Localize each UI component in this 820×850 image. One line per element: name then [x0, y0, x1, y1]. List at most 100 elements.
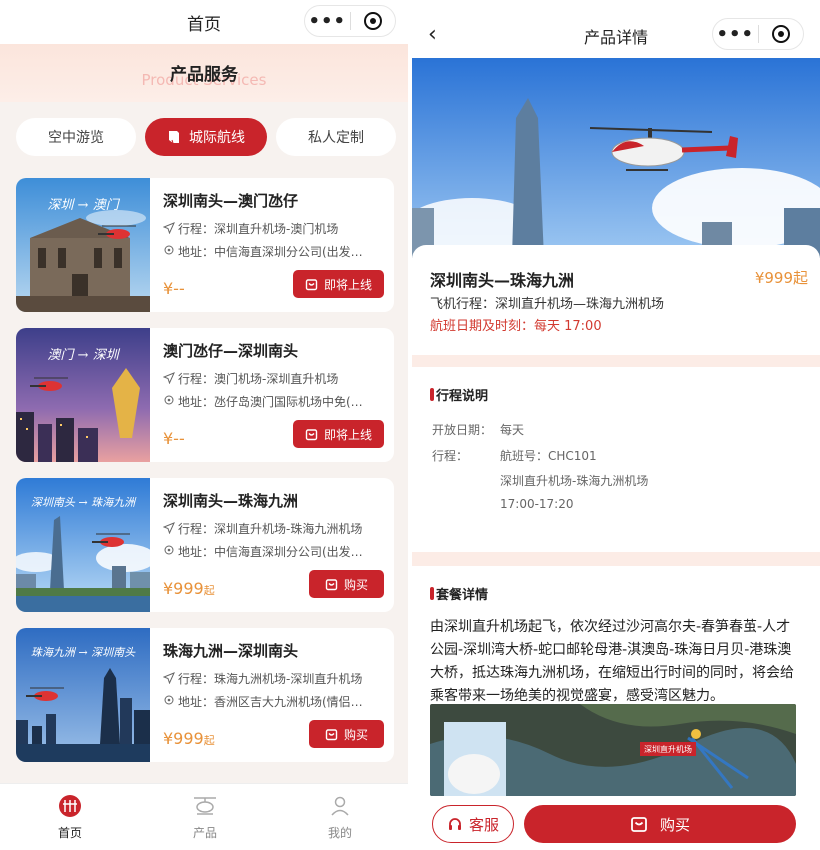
itinerary-row: 行程：澳门机场-深圳直升机场	[163, 370, 385, 387]
product-price: ¥999起	[754, 269, 808, 287]
buy-button[interactable]: 购买	[308, 570, 384, 598]
buy-now-button[interactable]: 购买	[524, 805, 796, 843]
flight-number: 航班号：CHC101	[500, 449, 597, 463]
address-row: 地址：中信海直深圳分公司(出发…	[163, 543, 385, 560]
route-overlay: 深圳 → 澳门	[47, 198, 119, 213]
itinerary-text: 行程：深圳直升机场-珠海九洲机场	[178, 522, 363, 536]
location-icon	[164, 695, 174, 705]
tabbar-item-profile[interactable]: 我的	[295, 794, 385, 841]
location-icon	[164, 545, 174, 555]
itinerary-text: 行程：澳门机场-深圳直升机场	[178, 372, 339, 386]
product-image: 澳门 → 深圳	[16, 328, 150, 462]
product-price: ¥--	[163, 279, 185, 298]
home-screen: 首页 ••• Product Services 产品服务 空中游览 城际航线 私…	[0, 0, 408, 850]
address-row: 地址：中信海直深圳分公司(出发…	[163, 243, 385, 260]
product-card[interactable]: 深圳南头 → 珠海九洲 深圳南头—珠海九洲 行程：深圳直升机场-珠海九洲机场 地…	[16, 478, 394, 612]
route-overlay: 深圳南头 → 珠海九洲	[30, 496, 136, 509]
route-map-image: 深圳直升机场	[430, 704, 796, 796]
section-divider	[412, 355, 820, 367]
bag-icon	[305, 428, 318, 440]
tabbar-item-products[interactable]: 产品	[160, 794, 250, 841]
product-price: ¥999起	[163, 579, 215, 598]
section-divider	[412, 552, 820, 566]
product-name: 珠海九洲—深圳南头	[163, 642, 299, 660]
open-date-label: 开放日期：	[432, 423, 493, 437]
mini-program-capsule: •••	[304, 5, 396, 37]
tab-sightseeing[interactable]: 空中游览	[16, 118, 136, 156]
section-heading: 行程说明	[429, 385, 488, 404]
address-text: 地址：香洲区吉大九洲机场(情侣…	[178, 695, 363, 709]
customer-service-button[interactable]: 客服	[432, 805, 514, 843]
hero-image	[412, 58, 820, 258]
close-mini-program-icon[interactable]	[758, 25, 803, 43]
itinerary-text: 行程：珠海九洲机场-深圳直升机场	[178, 672, 363, 686]
product-card[interactable]: 深圳 → 澳门 深圳南头—澳门氹仔 行程：深圳直升机场-澳门机场 地址：中信海直…	[16, 178, 394, 312]
tabbar-item-home[interactable]: 首页	[25, 794, 115, 841]
flight-route: 飞机行程：深圳直升机场—珠海九洲机场	[430, 297, 665, 312]
product-image: 深圳南头 → 珠海九洲	[16, 478, 150, 612]
headset-icon	[448, 818, 461, 830]
product-image: 珠海九洲 → 深圳南头	[16, 628, 150, 762]
product-detail-screen: ‹ 产品详情 ••• 深圳南头—珠海九洲 ¥999起 飞机行程：深圳直升机场—珠…	[412, 0, 820, 850]
product-card[interactable]: 澳门 → 深圳 澳门氹仔—深圳南头 行程：澳门机场-深圳直升机场 地址：氹仔岛澳…	[16, 328, 394, 462]
itinerary-row: 行程：珠海九洲机场-深圳直升机场	[163, 670, 385, 687]
more-icon[interactable]: •••	[305, 11, 350, 32]
location-icon	[164, 245, 174, 255]
itinerary-section: 行程说明 开放日期： 每天 行程： 航班号：CHC101 深圳直升机场-珠海九洲…	[412, 367, 820, 552]
tab-label: 空中游览	[48, 130, 104, 146]
map-label: 深圳直升机场	[644, 744, 692, 754]
itinerary-row: 行程：深圳直升机场-珠海九洲机场	[163, 520, 385, 537]
navigation-icon	[163, 222, 175, 234]
trip-route: 深圳直升机场-珠海九洲机场	[500, 474, 649, 488]
tab-label: 城际航线	[189, 130, 245, 146]
product-price: ¥999起	[163, 729, 215, 748]
product-name: 深圳南头—澳门氹仔	[163, 192, 299, 210]
address-text: 地址：中信海直深圳分公司(出发…	[178, 245, 363, 259]
tab-label: 私人定制	[308, 130, 364, 146]
bag-icon	[305, 278, 318, 290]
top-nav-bar: ‹ 产品详情 •••	[412, 0, 820, 60]
navigation-icon	[163, 522, 175, 534]
document-icon	[169, 131, 179, 144]
itinerary-text: 行程：深圳直升机场-澳门机场	[178, 222, 339, 236]
navigation-icon	[163, 672, 175, 684]
mini-program-capsule: •••	[712, 18, 804, 50]
home-logo-icon	[59, 795, 81, 817]
product-image: 深圳 → 澳门	[16, 178, 150, 312]
coming-soon-button[interactable]: 即将上线	[292, 270, 384, 298]
bag-icon	[325, 578, 338, 590]
navigation-icon	[163, 372, 175, 384]
product-name: 深圳南头—珠海九洲	[430, 271, 575, 290]
bag-icon	[631, 817, 647, 832]
category-tabs: 空中游览 城际航线 私人定制	[0, 102, 408, 170]
section-banner: Product Services 产品服务	[0, 44, 408, 102]
itinerary-row: 行程：深圳直升机场-澳门机场	[163, 220, 385, 237]
route-overlay: 澳门 → 深圳	[47, 348, 119, 363]
product-name: 澳门氹仔—深圳南头	[163, 342, 299, 360]
close-mini-program-icon[interactable]	[350, 12, 395, 30]
section-title: 产品服务	[170, 65, 238, 85]
product-card[interactable]: 珠海九洲 → 深圳南头 珠海九洲—深圳南头 行程：珠海九洲机场-深圳直升机场 地…	[16, 628, 394, 762]
product-info: 深圳南头—珠海九洲 ¥999起 飞机行程：深圳直升机场—珠海九洲机场 航班日期及…	[412, 245, 820, 355]
open-date-value: 每天	[500, 423, 525, 437]
top-nav-bar: 首页 •••	[0, 0, 408, 44]
tab-intercity[interactable]: 城际航线	[145, 118, 267, 156]
coming-soon-button[interactable]: 即将上线	[292, 420, 384, 448]
trip-label: 行程：	[432, 449, 469, 463]
address-row: 地址：氹仔岛澳门国际机场中免(…	[163, 393, 385, 410]
user-icon	[331, 796, 349, 816]
product-price: ¥--	[163, 429, 185, 448]
address-text: 地址：氹仔岛澳门国际机场中免(…	[178, 395, 363, 409]
bottom-tab-bar: 首页 产品 我的	[0, 783, 408, 850]
package-description: 由深圳直升机场起飞，依次经过沙河高尔夫-春笋春茧-人才公园-深圳湾大桥-蛇口邮轮…	[430, 619, 794, 704]
bottom-action-bar: 客服 购买	[412, 796, 820, 850]
more-icon[interactable]: •••	[713, 24, 758, 45]
tab-custom[interactable]: 私人定制	[276, 118, 396, 156]
buy-button[interactable]: 购买	[308, 720, 384, 748]
helicopter-icon	[194, 797, 216, 815]
section-heading: 套餐详情	[429, 584, 488, 603]
bag-icon	[325, 728, 338, 740]
product-name: 深圳南头—珠海九洲	[163, 492, 299, 510]
address-row: 地址：香洲区吉大九洲机场(情侣…	[163, 693, 385, 710]
address-text: 地址：中信海直深圳分公司(出发…	[178, 545, 363, 559]
